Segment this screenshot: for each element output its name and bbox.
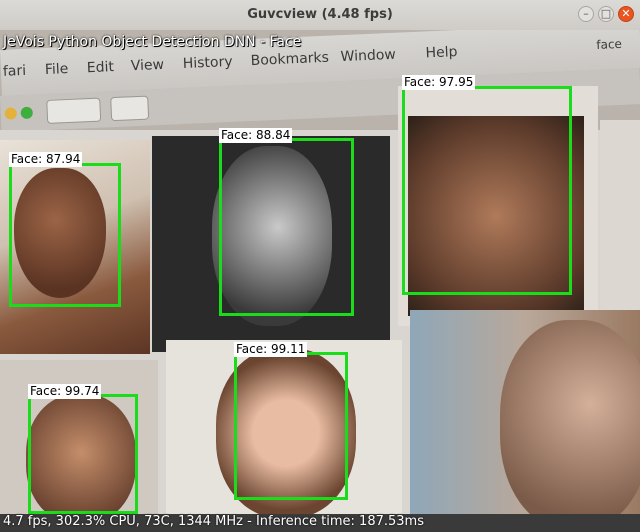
sidebar-icon	[110, 95, 150, 122]
minimize-button[interactable]: –	[578, 6, 594, 22]
window-title: Guvcview (4.48 fps)	[247, 7, 393, 22]
menu-item: File	[44, 61, 69, 79]
face-detection-label: Face: 88.84	[219, 128, 293, 143]
menu-item: History	[182, 53, 233, 73]
face-detection-label: Face: 99.11	[234, 342, 308, 357]
photo-partial-right	[600, 120, 640, 330]
menu-item: fari	[2, 62, 27, 80]
menu-item: Bookmarks	[250, 49, 330, 70]
camera-video-frame: fari File Edit View History Bookmarks Wi…	[0, 30, 640, 514]
face-detection-box	[219, 138, 354, 316]
face-detection-label: Face: 87.94	[9, 152, 83, 167]
yellow-dot-icon	[4, 107, 18, 120]
menu-item: Window	[340, 46, 397, 66]
window-titlebar: Guvcview (4.48 fps) – □ ✕	[0, 0, 640, 31]
green-dot-icon	[20, 106, 34, 120]
maximize-button[interactable]: □	[598, 6, 614, 22]
photo-woman-blue-eyes	[410, 310, 640, 514]
face-detection-box	[9, 163, 121, 307]
face-detection-box	[28, 394, 138, 514]
performance-stats-overlay: 4.7 fps, 302.3% CPU, 73C, 1344 MHz - Inf…	[3, 514, 424, 529]
face-detection-box	[402, 86, 572, 295]
face-detection-label: Face: 97.95	[402, 75, 476, 90]
close-button[interactable]: ✕	[618, 6, 634, 22]
detection-title-overlay: JeVois Python Object Detection DNN - Fac…	[3, 34, 302, 50]
face-detection-label: Face: 99.74	[28, 384, 102, 399]
menu-item: Help	[425, 44, 458, 62]
menu-item: View	[130, 56, 165, 75]
menu-item: Edit	[86, 59, 115, 77]
search-field-text: face	[596, 36, 623, 52]
face-detection-box	[234, 352, 348, 500]
back-forward-icon	[46, 97, 102, 124]
